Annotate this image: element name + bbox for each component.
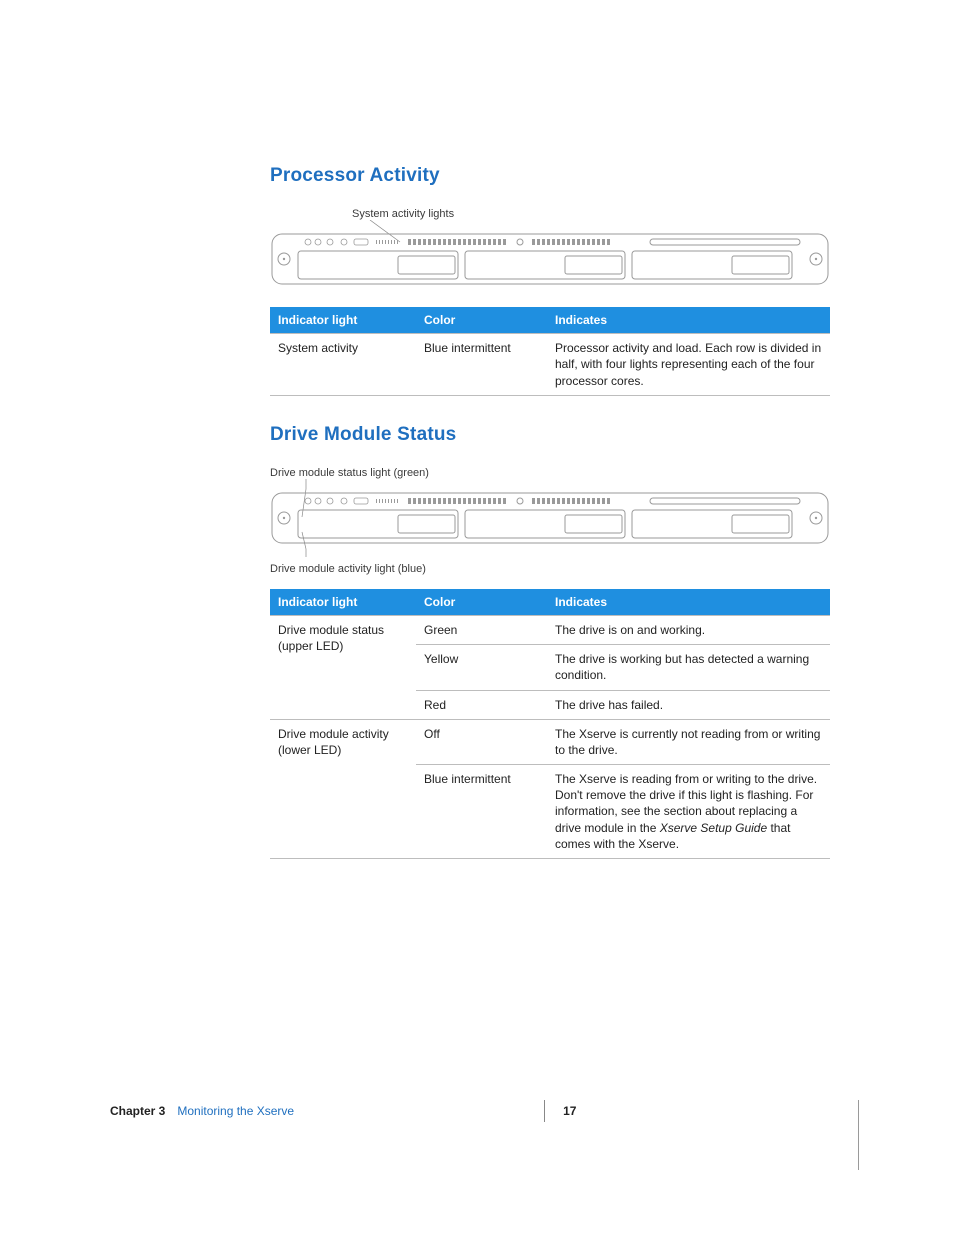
footer-divider-icon [544, 1100, 545, 1122]
cell-color: Off [416, 719, 547, 764]
heading-drive-module-status: Drive Module Status [270, 424, 844, 446]
cell-indicator: System activity [270, 334, 416, 396]
page: Processor Activity System activity light… [0, 0, 954, 1235]
th-indicator-light: Indicator light [270, 307, 416, 334]
cell-desc: Processor activity and load. Each row is… [547, 334, 830, 396]
callout-drive-status-light: Drive module status light (green) [270, 467, 429, 479]
callout-system-activity-lights: System activity lights [352, 208, 454, 220]
cell-indicator: Drive module status (upper LED) [270, 615, 416, 719]
page-footer: Chapter 3 Monitoring the Xserve 17 [110, 1100, 844, 1122]
diagram-processor-activity: System activity lights [270, 205, 844, 293]
table-row: Drive module activity (lower LED) Off Th… [270, 719, 830, 764]
heading-processor-activity: Processor Activity [270, 165, 844, 187]
cell-color: Red [416, 690, 547, 719]
footer-page-number: 17 [563, 1104, 576, 1118]
cell-color: Yellow [416, 645, 547, 690]
footer-chapter-label: Chapter 3 [110, 1104, 165, 1118]
th-indicates: Indicates [547, 589, 830, 616]
table-row: System activity Blue intermittent Proces… [270, 334, 830, 396]
xserve-front-diagram-icon [270, 220, 830, 290]
cell-color: Blue intermittent [416, 334, 547, 396]
th-color: Color [416, 307, 547, 334]
th-color: Color [416, 589, 547, 616]
cell-indicator: Drive module activity (lower LED) [270, 719, 416, 858]
cell-color: Green [416, 615, 547, 644]
cell-desc: The drive has failed. [547, 690, 830, 719]
th-indicates: Indicates [547, 307, 830, 334]
cell-desc: The drive is working but has detected a … [547, 645, 830, 690]
cell-desc: The Xserve is reading from or writing to… [547, 765, 830, 859]
th-indicator-light: Indicator light [270, 589, 416, 616]
table-processor-activity: Indicator light Color Indicates System a… [270, 307, 830, 396]
table-row: Drive module status (upper LED) Green Th… [270, 615, 830, 644]
cell-color: Blue intermittent [416, 765, 547, 859]
page-edge-rule-icon [858, 1100, 859, 1170]
cell-desc: The Xserve is currently not reading from… [547, 719, 830, 764]
table-drive-module-status: Indicator light Color Indicates Drive mo… [270, 589, 830, 859]
cell-desc: The drive is on and working. [547, 615, 830, 644]
callout-drive-activity-light: Drive module activity light (blue) [270, 563, 426, 575]
xserve-front-diagram-icon [270, 479, 830, 557]
diagram-drive-module-status: Drive module status light (green) [270, 464, 844, 575]
footer-chapter-title: Monitoring the Xserve [177, 1104, 294, 1118]
